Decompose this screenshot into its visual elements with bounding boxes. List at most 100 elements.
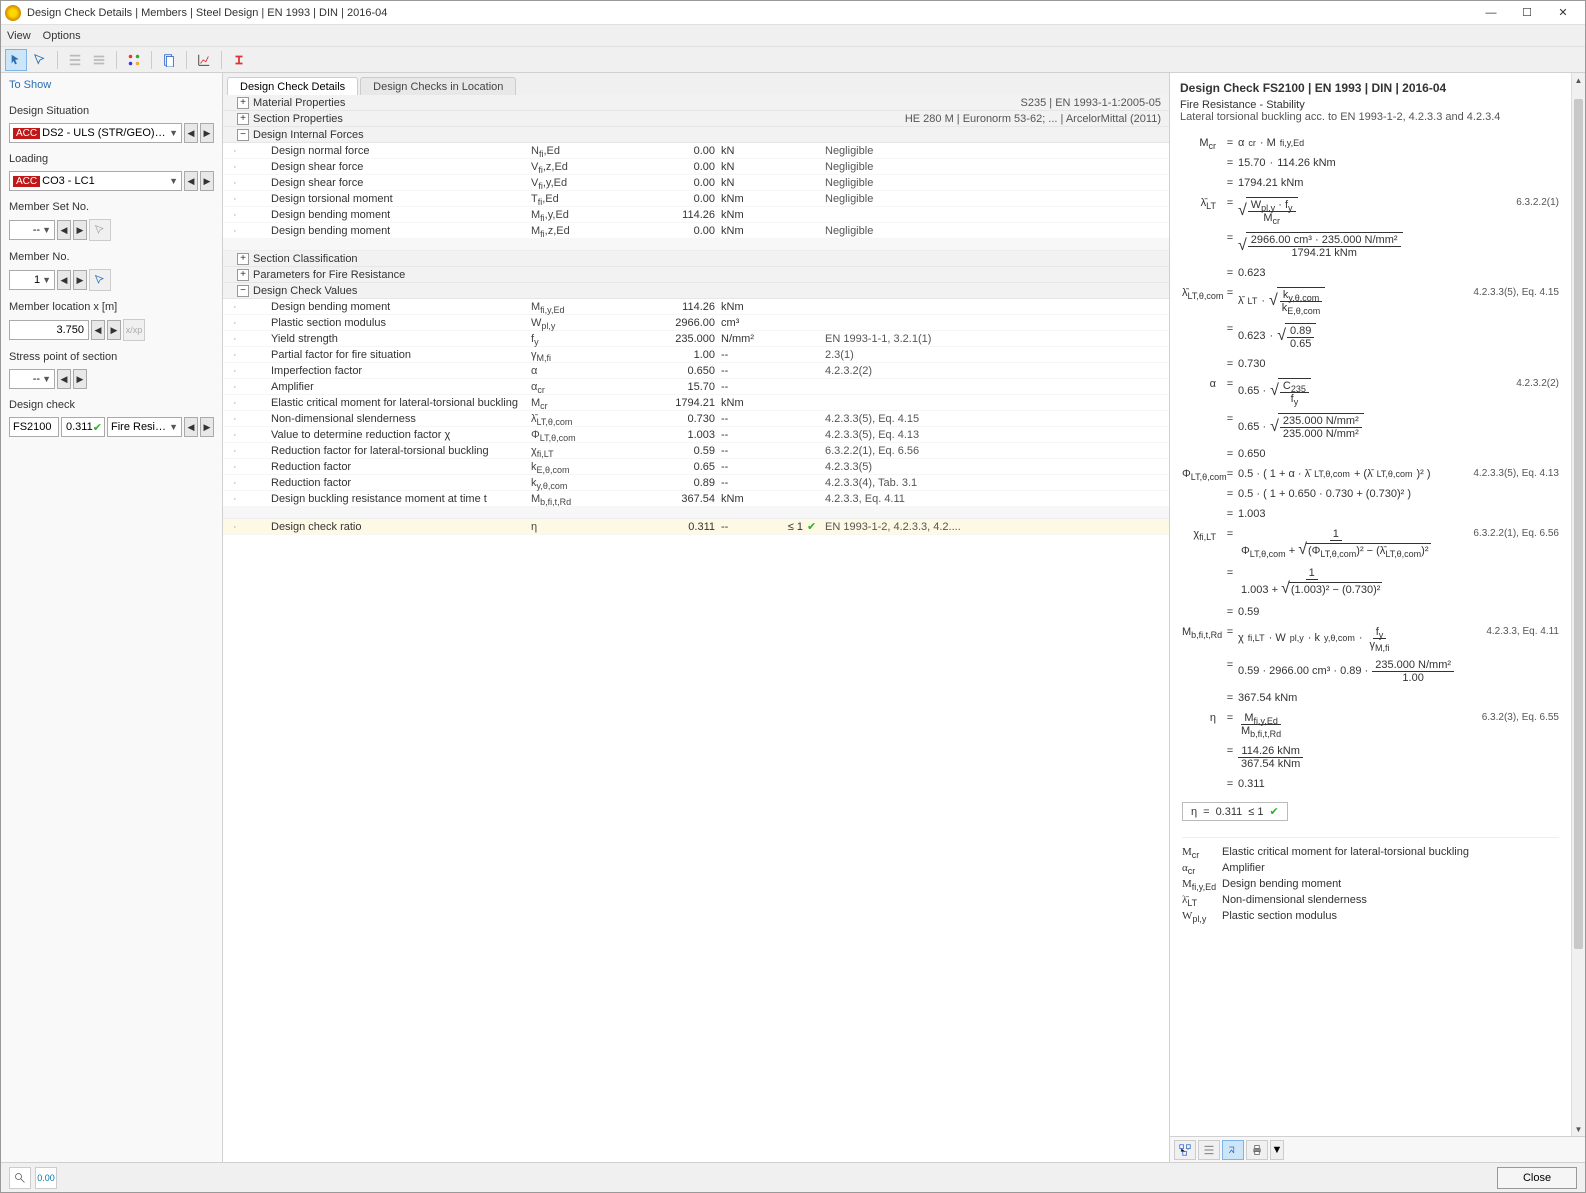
menu-options[interactable]: Options: [43, 30, 81, 42]
formula-sub2: Lateral torsional buckling acc. to EN 19…: [1180, 111, 1561, 123]
section-classification[interactable]: + Section Classification: [223, 251, 1169, 267]
section-icon[interactable]: [228, 49, 250, 71]
formula-toolbar: ▼: [1170, 1136, 1585, 1162]
select-tool-icon[interactable]: [29, 49, 51, 71]
tree[interactable]: + Material Properties S235 | EN 1993-1-1…: [223, 95, 1169, 1162]
minimize-button[interactable]: —: [1473, 2, 1509, 24]
list2-icon[interactable]: [88, 49, 110, 71]
member-no-select[interactable]: 1 ▼: [9, 270, 55, 290]
table-row[interactable]: Design bending moment Mfi,y,Ed 114.26 kN…: [223, 207, 1169, 223]
expand-icon[interactable]: +: [237, 269, 249, 281]
design-check-select[interactable]: Fire Resistanc... ▼: [107, 417, 182, 437]
table-row[interactable]: Design bending moment Mfi,z,Ed 0.00 kNm …: [223, 223, 1169, 239]
legend-row: λ̄LTNon-dimensional slenderness: [1182, 894, 1559, 906]
search-icon[interactable]: [9, 1167, 31, 1189]
scrollbar-thumb[interactable]: [1574, 99, 1583, 949]
titlebar: Design Check Details | Members | Steel D…: [1, 1, 1585, 25]
check-icon: ✔: [1270, 805, 1279, 818]
maximize-button[interactable]: ☐: [1509, 2, 1545, 24]
tab-location[interactable]: Design Checks in Location: [360, 77, 516, 95]
table-row[interactable]: Yield strength fy 235.000 N/mm² EN 1993-…: [223, 331, 1169, 347]
table-row[interactable]: Plastic section modulus Wpl,y 2966.00 cm…: [223, 315, 1169, 331]
table-row[interactable]: Design torsional moment Tfi,Ed 0.00 kNm …: [223, 191, 1169, 207]
stress-point-select[interactable]: -- ▼: [9, 369, 55, 389]
table-row[interactable]: Design normal force Nfi,Ed 0.00 kN Negli…: [223, 143, 1169, 159]
formula-title: Design Check FS2100 | EN 1993 | DIN | 20…: [1180, 81, 1561, 95]
check-icon: ✔: [807, 520, 825, 533]
units-icon[interactable]: 0.00: [35, 1167, 57, 1189]
expand-icon[interactable]: +: [237, 113, 249, 125]
section-fire-params[interactable]: + Parameters for Fire Resistance: [223, 267, 1169, 283]
prev-design-situation[interactable]: ◀: [184, 123, 198, 143]
member-loc-input[interactable]: [9, 320, 89, 340]
section-internal-forces[interactable]: − Design Internal Forces: [223, 127, 1169, 143]
xy-icon[interactable]: x/xp: [123, 319, 145, 341]
table-row[interactable]: Amplifier αcr 15.70 --: [223, 379, 1169, 395]
section-check-values[interactable]: − Design Check Values: [223, 283, 1169, 299]
chart-icon[interactable]: [193, 49, 215, 71]
design-situation-select[interactable]: ACC DS2 - ULS (STR/GEO) - Accident... ▼: [9, 123, 182, 143]
pick-member-icon[interactable]: [89, 269, 111, 291]
next-loading[interactable]: ▶: [200, 171, 214, 191]
scrollbar[interactable]: ▲ ▼: [1571, 73, 1585, 1136]
expand-icon[interactable]: +: [237, 97, 249, 109]
collapse-icon[interactable]: −: [237, 129, 249, 141]
print-dropdown-icon[interactable]: ▼: [1270, 1140, 1284, 1160]
sidebar-heading[interactable]: To Show: [9, 79, 214, 91]
cursor-tool-icon[interactable]: [5, 49, 27, 71]
prev-loading[interactable]: ◀: [184, 171, 198, 191]
formula-view-icon[interactable]: [1222, 1140, 1244, 1160]
list-icon[interactable]: [64, 49, 86, 71]
legend-row: McrElastic critical moment for lateral-t…: [1182, 846, 1559, 858]
table-row[interactable]: Value to determine reduction factor χ ΦL…: [223, 427, 1169, 443]
pick-member-set-icon[interactable]: [89, 219, 111, 241]
tree-view-icon[interactable]: [1174, 1140, 1196, 1160]
close-button[interactable]: Close: [1497, 1167, 1577, 1189]
table-row[interactable]: Elastic critical moment for lateral-tors…: [223, 395, 1169, 411]
collapse-icon[interactable]: −: [237, 285, 249, 297]
expand-icon[interactable]: +: [237, 253, 249, 265]
chevron-down-icon: ▼: [169, 176, 178, 186]
chevron-down-icon: ▼: [42, 374, 51, 384]
next-member-loc[interactable]: ▶: [107, 320, 121, 340]
next-member-no[interactable]: ▶: [73, 270, 87, 290]
design-situation-label: Design Situation: [9, 105, 214, 117]
sidebar: To Show Design Situation ACC DS2 - ULS (…: [1, 73, 223, 1162]
list-view-icon[interactable]: [1198, 1140, 1220, 1160]
prev-design-check[interactable]: ◀: [184, 417, 198, 437]
table-row[interactable]: Non-dimensional slenderness λ̄LT,θ,com 0…: [223, 411, 1169, 427]
stress-point-label: Stress point of section: [9, 351, 214, 363]
print-icon[interactable]: [1246, 1140, 1268, 1160]
loading-select[interactable]: ACC CO3 - LC1 ▼: [9, 171, 182, 191]
next-design-situation[interactable]: ▶: [200, 123, 214, 143]
tab-details[interactable]: Design Check Details: [227, 77, 358, 95]
formula-area[interactable]: Mcr= αcr · Mfi,y,Ed = 15.70 · 114.26 kNm…: [1170, 127, 1571, 1136]
table-row[interactable]: Imperfection factor α 0.650 -- 4.2.3.2(2…: [223, 363, 1169, 379]
section-material[interactable]: + Material Properties S235 | EN 1993-1-1…: [223, 95, 1169, 111]
table-row[interactable]: Design shear force Vfi,z,Ed 0.00 kN Negl…: [223, 159, 1169, 175]
next-stress-point[interactable]: ▶: [73, 369, 87, 389]
table-row[interactable]: Design shear force Vfi,y,Ed 0.00 kN Negl…: [223, 175, 1169, 191]
table-row[interactable]: Reduction factor for lateral-torsional b…: [223, 443, 1169, 459]
table-row[interactable]: Reduction factor ky,θ,com 0.89 -- 4.2.3.…: [223, 475, 1169, 491]
tabbar: Design Check Details Design Checks in Lo…: [223, 73, 1169, 95]
ratio-row[interactable]: Design check ratio η 0.311 -- ≤ 1 ✔ EN 1…: [223, 519, 1169, 535]
prev-member-no[interactable]: ◀: [57, 270, 71, 290]
badge-acc: ACC: [13, 128, 40, 139]
next-member-set[interactable]: ▶: [73, 220, 87, 240]
table-row[interactable]: Partial factor for fire situation γM,fi …: [223, 347, 1169, 363]
table-row[interactable]: Design buckling resistance moment at tim…: [223, 491, 1169, 507]
prev-member-loc[interactable]: ◀: [91, 320, 105, 340]
nodes-icon[interactable]: [123, 49, 145, 71]
close-window-button[interactable]: ✕: [1545, 2, 1581, 24]
menu-view[interactable]: View: [7, 30, 31, 42]
prev-member-set[interactable]: ◀: [57, 220, 71, 240]
section-sectionprops[interactable]: + Section Properties HE 280 M | Euronorm…: [223, 111, 1169, 127]
table-row[interactable]: Reduction factor kE,θ,com 0.65 -- 4.2.3.…: [223, 459, 1169, 475]
prev-stress-point[interactable]: ◀: [57, 369, 71, 389]
docs-icon[interactable]: [158, 49, 180, 71]
member-set-select[interactable]: -- ▼: [9, 220, 55, 240]
table-row[interactable]: Design bending moment Mfi,y,Ed 114.26 kN…: [223, 299, 1169, 315]
next-design-check[interactable]: ▶: [200, 417, 214, 437]
legend-row: Wpl,yPlastic section modulus: [1182, 910, 1559, 922]
